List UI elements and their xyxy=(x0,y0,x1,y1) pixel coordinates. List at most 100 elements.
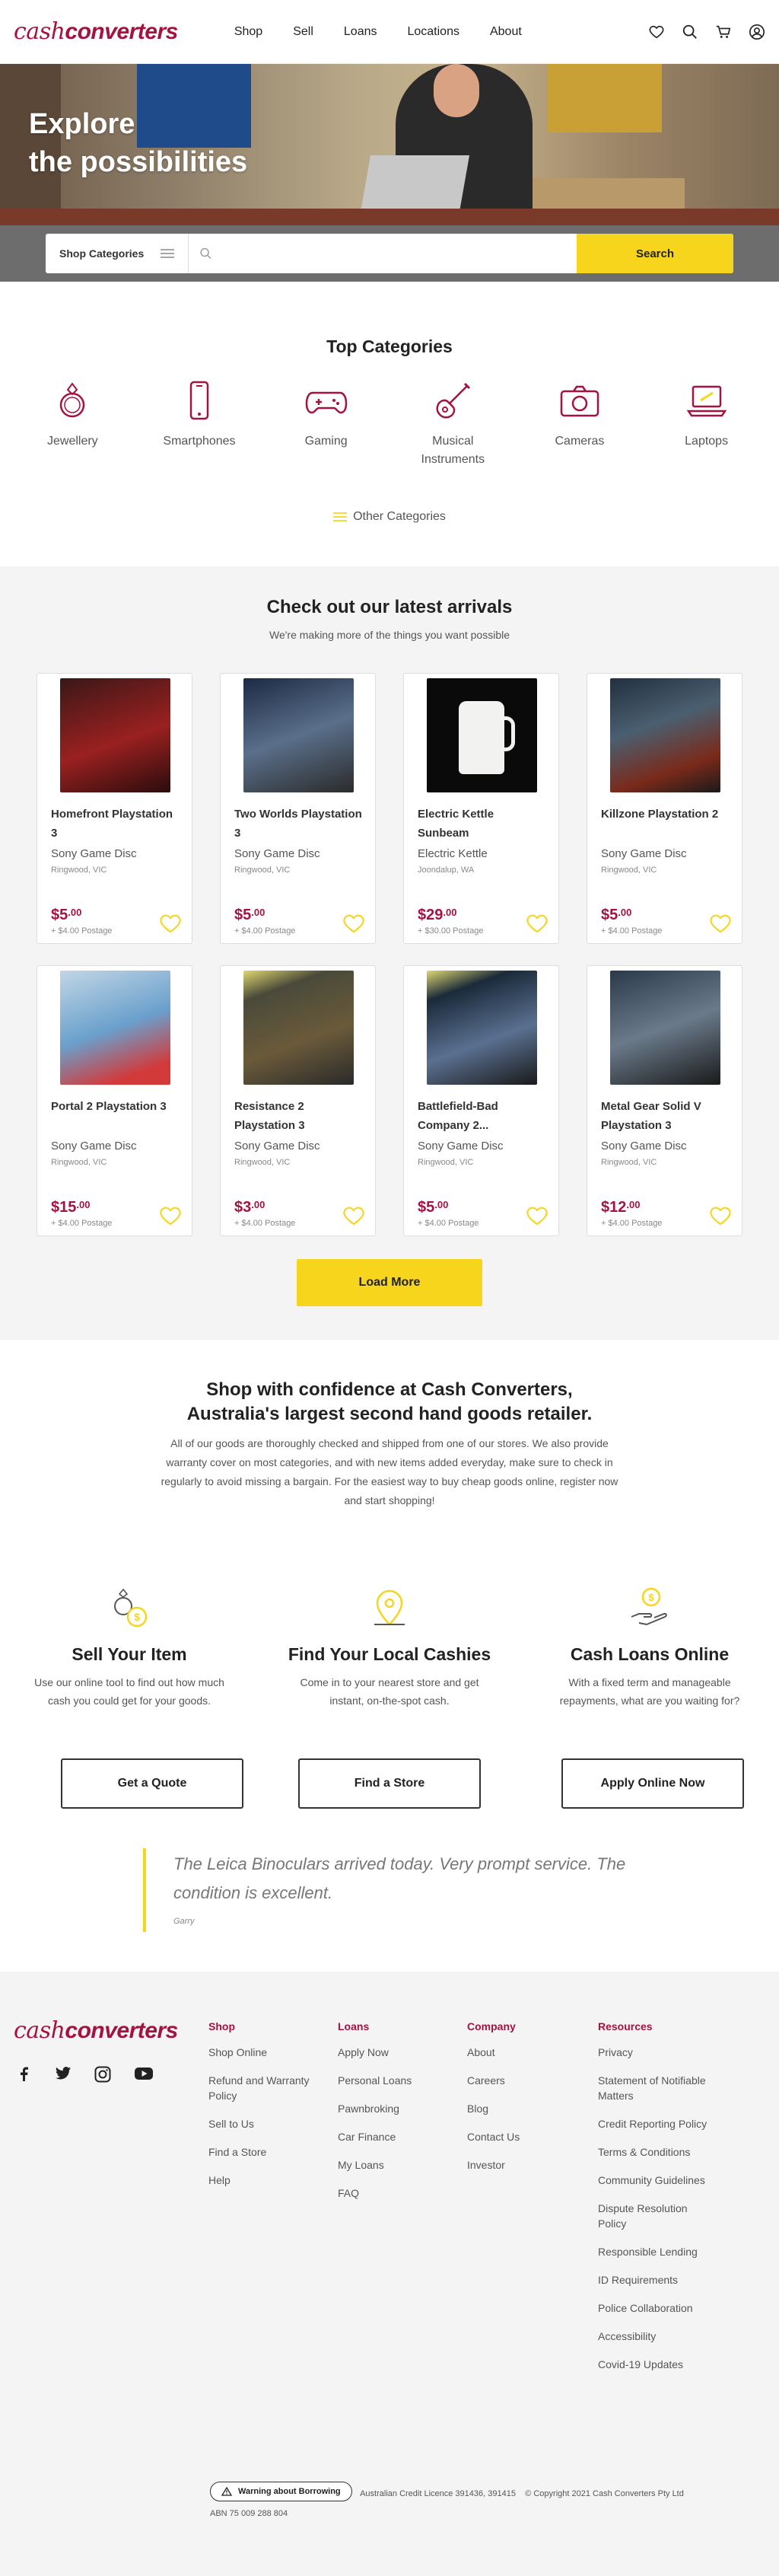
price-main: $5 xyxy=(234,907,252,923)
search-button[interactable]: Search xyxy=(577,234,733,273)
footer-link[interactable]: FAQ xyxy=(338,2185,452,2201)
nav-loans[interactable]: Loans xyxy=(329,25,393,39)
footer-link[interactable]: Dispute Resolution Policy xyxy=(598,2201,712,2231)
product-price: $12.00 xyxy=(601,1199,640,1216)
wishlist-heart-icon[interactable] xyxy=(525,911,549,934)
facebook-icon[interactable] xyxy=(17,2066,32,2081)
product-condition: Sony Game Disc xyxy=(234,847,320,860)
footer-link[interactable]: Covid-19 Updates xyxy=(598,2357,712,2372)
abn: ABN 75 009 288 804 xyxy=(210,2509,288,2518)
nav-sell[interactable]: Sell xyxy=(278,25,329,39)
product-card[interactable]: Metal Gear Solid V Playstation 3 Sony Ga… xyxy=(587,965,742,1236)
footer-logo[interactable]: cash converters xyxy=(14,2017,178,2044)
nav-locations[interactable]: Locations xyxy=(392,25,475,39)
footer-link[interactable]: ID Requirements xyxy=(598,2272,712,2287)
wishlist-heart-icon[interactable] xyxy=(342,911,366,934)
warning-icon xyxy=(221,2487,232,2496)
shop-categories-dropdown[interactable]: Shop Categories xyxy=(46,234,189,273)
hero-poster-right xyxy=(548,64,662,132)
product-card[interactable]: Electric Kettle Sunbeam Electric Kettle … xyxy=(403,673,559,944)
footer-link[interactable]: Terms & Conditions xyxy=(598,2144,712,2160)
product-image xyxy=(243,971,354,1085)
category-jewellery[interactable]: Jewellery xyxy=(27,379,118,469)
product-postage: + $4.00 Postage xyxy=(601,926,663,936)
footer-link[interactable]: Find a Store xyxy=(208,2144,323,2160)
wishlist-heart-icon[interactable] xyxy=(342,1204,366,1226)
category-laptops[interactable]: Laptops xyxy=(661,379,752,469)
other-categories-link[interactable]: Other Categories xyxy=(0,510,779,524)
product-price: $5.00 xyxy=(418,1199,448,1216)
footer-link[interactable]: Contact Us xyxy=(467,2129,581,2144)
footer-link[interactable]: Sell to Us xyxy=(208,2116,323,2131)
category-musical-instruments[interactable]: Musical Instruments xyxy=(407,379,498,469)
hand-coin-icon: $ xyxy=(631,1587,667,1626)
nav-about[interactable]: About xyxy=(475,25,537,39)
footer-link[interactable]: Responsible Lending xyxy=(598,2244,712,2259)
hero-rug xyxy=(0,209,779,225)
product-location: Joondalup, WA xyxy=(418,866,475,875)
footer-link[interactable]: Pawnbroking xyxy=(338,2101,452,2116)
footer-link[interactable]: Privacy xyxy=(598,2045,712,2060)
product-condition: Sony Game Disc xyxy=(234,1140,320,1153)
footer-link[interactable]: Statement of Notifiable Matters xyxy=(598,2073,712,2103)
product-location: Ringwood, VIC xyxy=(418,1158,474,1167)
product-location: Ringwood, VIC xyxy=(234,1158,291,1167)
footer-link[interactable]: My Loans xyxy=(338,2157,452,2173)
footer-link[interactable]: Refund and Warranty Policy xyxy=(208,2073,323,2103)
product-card[interactable]: Battlefield-Bad Company 2... Sony Game D… xyxy=(403,965,559,1236)
footer-link[interactable]: About xyxy=(467,2045,581,2060)
footer-link[interactable]: Community Guidelines xyxy=(598,2173,712,2188)
hero-title-line2: the possibilities xyxy=(29,146,248,178)
wishlist-heart-icon[interactable] xyxy=(708,1204,733,1226)
category-gaming[interactable]: Gaming xyxy=(281,379,372,469)
get-a-quote-button[interactable]: Get a Quote xyxy=(61,1758,243,1809)
heart-icon[interactable] xyxy=(648,24,665,40)
gamepad-icon xyxy=(305,391,347,414)
footer-link[interactable]: Police Collaboration xyxy=(598,2300,712,2316)
product-location: Ringwood, VIC xyxy=(51,1158,107,1167)
find-a-store-button[interactable]: Find a Store xyxy=(298,1758,481,1809)
search-icon[interactable] xyxy=(682,24,698,40)
user-icon[interactable] xyxy=(749,24,765,40)
footer-link[interactable]: Shop Online xyxy=(208,2045,323,2060)
wishlist-heart-icon[interactable] xyxy=(158,1204,183,1226)
product-card[interactable]: Homefront Playstation 3 Sony Game Disc R… xyxy=(37,673,192,944)
cart-icon[interactable] xyxy=(715,24,732,40)
instagram-icon[interactable] xyxy=(94,2066,111,2083)
product-image xyxy=(243,678,354,792)
footer-link[interactable]: Car Finance xyxy=(338,2129,452,2144)
twitter-icon[interactable] xyxy=(55,2066,72,2081)
nav-shop[interactable]: Shop xyxy=(219,25,278,39)
footer-link[interactable]: Investor xyxy=(467,2157,581,2173)
product-card[interactable]: Killzone Playstation 2 Sony Game Disc Ri… xyxy=(587,673,742,944)
footer-link[interactable]: Careers xyxy=(467,2073,581,2088)
product-card[interactable]: Resistance 2 Playstation 3 Sony Game Dis… xyxy=(220,965,376,1236)
price-main: $5 xyxy=(418,1199,435,1216)
wishlist-heart-icon[interactable] xyxy=(525,1204,549,1226)
product-postage: + $4.00 Postage xyxy=(234,926,296,936)
load-more-button[interactable]: Load More xyxy=(297,1259,482,1306)
footer-link[interactable]: Personal Loans xyxy=(338,2073,452,2088)
footer-link[interactable]: Apply Now xyxy=(338,2045,452,2060)
logo-text-converters: converters xyxy=(65,2018,178,2043)
product-image xyxy=(610,971,720,1085)
site-logo[interactable]: cash converters xyxy=(14,18,178,45)
product-card[interactable]: Portal 2 Playstation 3 Sony Game Disc Ri… xyxy=(37,965,192,1236)
wishlist-heart-icon[interactable] xyxy=(158,911,183,934)
footer-link[interactable]: Accessibility xyxy=(598,2329,712,2344)
footer-link[interactable]: Help xyxy=(208,2173,323,2188)
category-smartphones[interactable]: Smartphones xyxy=(154,379,245,469)
footer-link[interactable]: Credit Reporting Policy xyxy=(598,2116,712,2131)
footer-link[interactable]: Blog xyxy=(467,2101,581,2116)
hero-person-head xyxy=(434,64,479,117)
warning-about-borrowing-button[interactable]: Warning about Borrowing xyxy=(210,2482,352,2501)
confidence-title: Shop with confidence at Cash Converters,… xyxy=(0,1378,779,1427)
price-main: $12 xyxy=(601,1199,627,1216)
category-cameras[interactable]: Cameras xyxy=(534,379,625,469)
wishlist-heart-icon[interactable] xyxy=(708,911,733,934)
camera-icon xyxy=(560,385,599,417)
search-input[interactable] xyxy=(220,247,577,260)
youtube-icon[interactable] xyxy=(134,2066,154,2081)
product-card[interactable]: Two Worlds Playstation 3 Sony Game Disc … xyxy=(220,673,376,944)
apply-online-now-button[interactable]: Apply Online Now xyxy=(561,1758,744,1809)
